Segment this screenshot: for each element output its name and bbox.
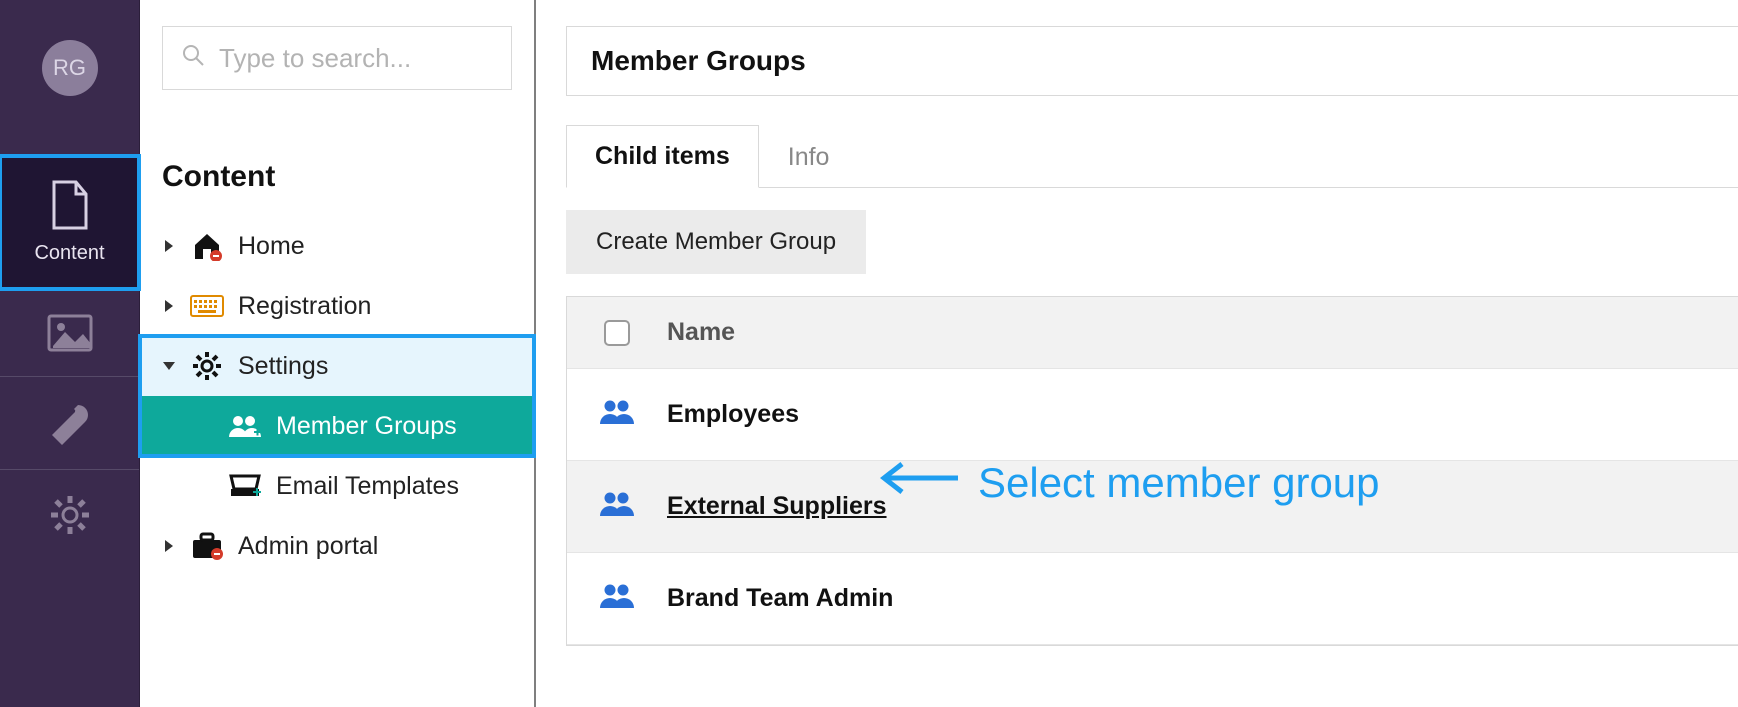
search-wrap — [140, 0, 534, 130]
tree-title: Content — [140, 130, 534, 216]
search-icon — [181, 43, 219, 74]
members-icon — [599, 399, 635, 430]
table-row[interactable]: Brand Team Admin — [567, 553, 1738, 645]
nav-content-label: Content — [34, 242, 104, 265]
table-row[interactable]: External Suppliers — [567, 461, 1738, 553]
row-icon-cell — [567, 491, 667, 522]
tree-label: Email Templates — [276, 472, 459, 501]
keyboard-icon — [190, 295, 224, 317]
row-name-cell: External Suppliers — [667, 492, 1738, 521]
nav-rail: RG Content — [0, 0, 140, 707]
tab-info[interactable]: Info — [759, 126, 859, 188]
inbox-icon — [228, 473, 262, 499]
tab-child-items[interactable]: Child items — [566, 125, 759, 188]
tree-label: Settings — [238, 352, 328, 381]
table-header: Name — [567, 297, 1738, 369]
gear-icon — [190, 351, 224, 381]
tree-label: Admin portal — [238, 532, 378, 561]
tree-panel: Content Home Registration Settings — [140, 0, 536, 707]
main-panel: Member Groups Child items Info Create Me… — [536, 0, 1738, 707]
members-icon — [599, 583, 635, 614]
row-icon-cell — [567, 583, 667, 614]
home-icon — [190, 231, 224, 261]
highlighted-tree-group: Settings Member Groups — [140, 336, 534, 456]
tree-item-email-templates[interactable]: Email Templates — [140, 456, 534, 516]
nav-content[interactable]: Content — [0, 156, 139, 289]
caret-right-icon[interactable] — [162, 539, 176, 553]
document-icon — [50, 180, 90, 230]
row-name[interactable]: External Suppliers — [667, 492, 887, 521]
name-header[interactable]: Name — [667, 318, 1738, 347]
row-name[interactable]: Brand Team Admin — [667, 584, 893, 613]
table-row[interactable]: Employees — [567, 369, 1738, 461]
avatar-initials: RG — [53, 55, 86, 81]
search-box[interactable] — [162, 26, 512, 90]
nav-settings[interactable] — [0, 377, 139, 469]
select-all-checkbox[interactable] — [604, 320, 630, 346]
tree-item-member-groups[interactable]: Member Groups — [140, 396, 534, 456]
select-all-cell — [567, 320, 667, 346]
row-icon-cell — [567, 399, 667, 430]
tabs: Child items Info — [566, 124, 1738, 188]
members-icon — [599, 491, 635, 522]
row-name-cell: Brand Team Admin — [667, 584, 1738, 613]
row-name-cell: Employees — [667, 400, 1738, 429]
briefcase-icon — [190, 532, 224, 560]
tree-label: Home — [238, 232, 305, 261]
page-title: Member Groups — [566, 26, 1738, 96]
caret-down-icon[interactable] — [162, 361, 176, 371]
gear-icon — [49, 494, 91, 536]
image-icon — [47, 314, 93, 352]
content-tree: Home Registration Settings M — [140, 216, 534, 576]
tree-item-settings[interactable]: Settings — [140, 336, 534, 396]
tree-item-admin-portal[interactable]: Admin portal — [140, 516, 534, 576]
wrench-icon — [48, 401, 92, 445]
tree-item-home[interactable]: Home — [140, 216, 534, 276]
create-member-group-button[interactable]: Create Member Group — [566, 210, 866, 274]
members-icon — [228, 414, 262, 438]
toolbar: Create Member Group — [536, 188, 1738, 296]
caret-right-icon[interactable] — [162, 239, 176, 253]
row-name[interactable]: Employees — [667, 400, 799, 429]
nav-admin[interactable] — [0, 470, 139, 560]
nav-media[interactable] — [0, 290, 139, 376]
tree-label: Member Groups — [276, 412, 457, 441]
tree-item-registration[interactable]: Registration — [140, 276, 534, 336]
caret-right-icon[interactable] — [162, 299, 176, 313]
member-groups-table: Name Employees External Suppliers — [566, 296, 1738, 646]
avatar[interactable]: RG — [42, 40, 98, 96]
tree-label: Registration — [238, 292, 371, 321]
search-input[interactable] — [219, 43, 493, 74]
